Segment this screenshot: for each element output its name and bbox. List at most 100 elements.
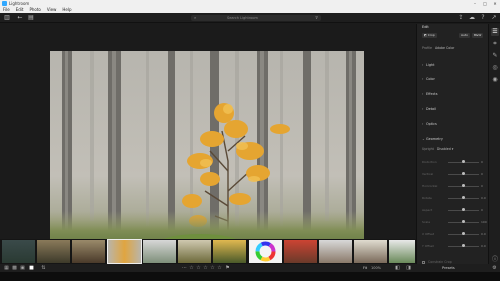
bw-button[interactable]: B&W — [472, 33, 484, 38]
slider-row[interactable]: Aspect 0 — [422, 207, 484, 213]
rating-star-icon[interactable]: ☆ — [209, 264, 216, 272]
slider-thumb[interactable] — [462, 196, 465, 199]
slider-row[interactable]: Scale 100 — [422, 219, 487, 225]
zoom-level[interactable]: 100% — [371, 264, 381, 272]
slider-label: Distortion — [422, 160, 437, 164]
slider-row[interactable]: Distortion 0 — [422, 159, 484, 165]
compare-icon[interactable]: ◧ — [394, 264, 401, 272]
app-window: Lightroom – □ ✕ File Edit Photo View Hel… — [0, 0, 500, 281]
upright-value: Disabled — [436, 147, 451, 151]
color-wheel-icon — [255, 241, 276, 262]
thumbnail[interactable] — [213, 240, 246, 263]
presets-button[interactable]: Presets — [442, 264, 455, 272]
slider-row[interactable]: Horizontal 0 — [422, 183, 484, 189]
info-icon[interactable]: ⓘ — [491, 256, 499, 264]
forest-photo — [50, 51, 364, 260]
slider-thumb[interactable] — [462, 160, 465, 163]
slider-thumb[interactable] — [462, 172, 465, 175]
help-icon[interactable]: ? — [479, 14, 487, 22]
detail-view-icon[interactable]: ▣ — [19, 264, 26, 272]
window-title: Lightroom — [9, 1, 30, 6]
section-detail[interactable]: › Detail — [422, 106, 486, 112]
grid-view-icon[interactable]: ▤ — [27, 14, 35, 22]
profile-row[interactable]: Profile Adobe Color — [422, 45, 486, 51]
thumbnail[interactable] — [284, 240, 317, 263]
thumbnail[interactable] — [354, 240, 387, 263]
rating-star-icon[interactable]: ☆ — [216, 264, 223, 272]
slider-value[interactable]: 0.0 — [481, 243, 486, 249]
section-light[interactable]: › Light — [422, 62, 486, 68]
slider-value[interactable]: 0 — [481, 207, 483, 213]
rating-star-icon[interactable]: ☆ — [195, 264, 202, 272]
sort-icon[interactable]: ⇅ — [40, 264, 47, 272]
grid-icon[interactable]: ▦ — [3, 264, 10, 272]
maximize-icon[interactable]: □ — [480, 0, 490, 7]
edit-sliders-icon[interactable]: ☰ — [491, 28, 499, 36]
panel-bottom-bar: Presets ⚙ — [416, 264, 500, 272]
flag-icon[interactable]: ⚑ — [224, 264, 231, 272]
close-icon[interactable]: ✕ — [490, 0, 500, 7]
photo-canvas[interactable] — [0, 24, 416, 260]
single-view-icon[interactable]: ■ — [28, 264, 35, 272]
cloud-sync-icon[interactable]: ☁ — [468, 14, 476, 22]
slider-row[interactable]: X Offset 0.0 — [422, 231, 486, 237]
slider-value[interactable]: 100 — [481, 219, 487, 225]
share-out-icon[interactable]: ↗ — [490, 14, 498, 22]
thumbnail[interactable] — [72, 240, 105, 263]
section-geometry[interactable]: ⌄Geometry — [422, 136, 486, 142]
share-icon[interactable]: ⇪ — [457, 14, 465, 22]
thumbnail[interactable] — [389, 240, 415, 263]
slider-thumb[interactable] — [462, 208, 465, 211]
settings-icon[interactable]: ⚙ — [491, 264, 498, 272]
slider-thumb[interactable] — [462, 232, 465, 235]
section-optics[interactable]: › Optics — [422, 121, 486, 127]
slider-value[interactable]: 0 — [481, 159, 483, 165]
slider-value[interactable]: 0.0 — [481, 231, 486, 237]
thumbnail[interactable] — [143, 240, 176, 263]
panel-title: Edit — [422, 25, 429, 29]
crop-preset-button[interactable]: ◩ Crop — [422, 33, 437, 38]
slider-row[interactable]: Vertical 0 — [422, 171, 484, 177]
slider-value[interactable]: 0.0 — [481, 195, 486, 201]
slider-label: Y Offset — [422, 244, 434, 248]
back-arrow-icon[interactable]: ← — [16, 14, 24, 22]
healing-brush-icon[interactable]: ✎ — [491, 52, 499, 60]
minimize-icon[interactable]: – — [470, 0, 480, 7]
zoom-fit[interactable]: Fit — [363, 264, 367, 272]
rating-star-icon[interactable]: ☆ — [202, 264, 209, 272]
thumbnail[interactable] — [2, 240, 35, 263]
slider-value[interactable]: 0 — [481, 183, 483, 189]
top-toolbar: ▥ ← ▤ ⌕ Search Lightroom ⊽ ⇪ ☁ ? ↗ — [0, 13, 500, 23]
square-grid-icon[interactable]: ▩ — [11, 264, 18, 272]
slider-value[interactable]: 0 — [481, 171, 483, 177]
search-input[interactable]: ⌕ Search Lightroom ⊽ — [191, 15, 321, 21]
red-eye-icon[interactable]: ◉ — [491, 76, 499, 84]
thumbnail[interactable] — [178, 240, 211, 263]
rating-star-icon[interactable]: ☆ — [188, 264, 195, 272]
filter-icon[interactable]: ⊽ — [315, 15, 318, 21]
search-icon: ⌕ — [194, 15, 197, 20]
slider-label: Vertical — [422, 172, 434, 176]
tool-strip: ☰ ⌗ ✎ ◎ ◉ ⓘ — [488, 24, 500, 272]
thumbnail[interactable] — [319, 240, 352, 263]
slider-thumb[interactable] — [462, 184, 465, 187]
profile-value: Adobe Color — [434, 46, 455, 50]
thumbnail-color-wheel[interactable] — [249, 240, 282, 263]
slider-thumb[interactable] — [462, 220, 465, 223]
slider-thumb[interactable] — [462, 244, 465, 247]
masking-icon[interactable]: ◎ — [491, 64, 499, 72]
slider-row[interactable]: Y Offset 0.0 — [422, 243, 486, 249]
crop-icon[interactable]: ⌗ — [491, 40, 499, 48]
panel-toggle-icon[interactable]: ▥ — [3, 14, 11, 22]
filmstrip-icon[interactable]: ⋯ — [181, 264, 188, 272]
auto-button[interactable]: Auto — [459, 33, 470, 38]
section-color[interactable]: › Color — [422, 76, 486, 82]
upright-row[interactable]: Upright Disabled ▾ — [422, 146, 486, 152]
thumbnail[interactable] — [37, 240, 70, 263]
slider-label: Scale — [422, 220, 431, 224]
thumbnail-selected[interactable] — [107, 239, 142, 264]
before-after-icon[interactable]: ◨ — [405, 264, 412, 272]
dropdown-arrow-icon: ▾ — [451, 147, 454, 151]
section-effects[interactable]: › Effects — [422, 91, 486, 97]
slider-row[interactable]: Rotate 0.0 — [422, 195, 486, 201]
